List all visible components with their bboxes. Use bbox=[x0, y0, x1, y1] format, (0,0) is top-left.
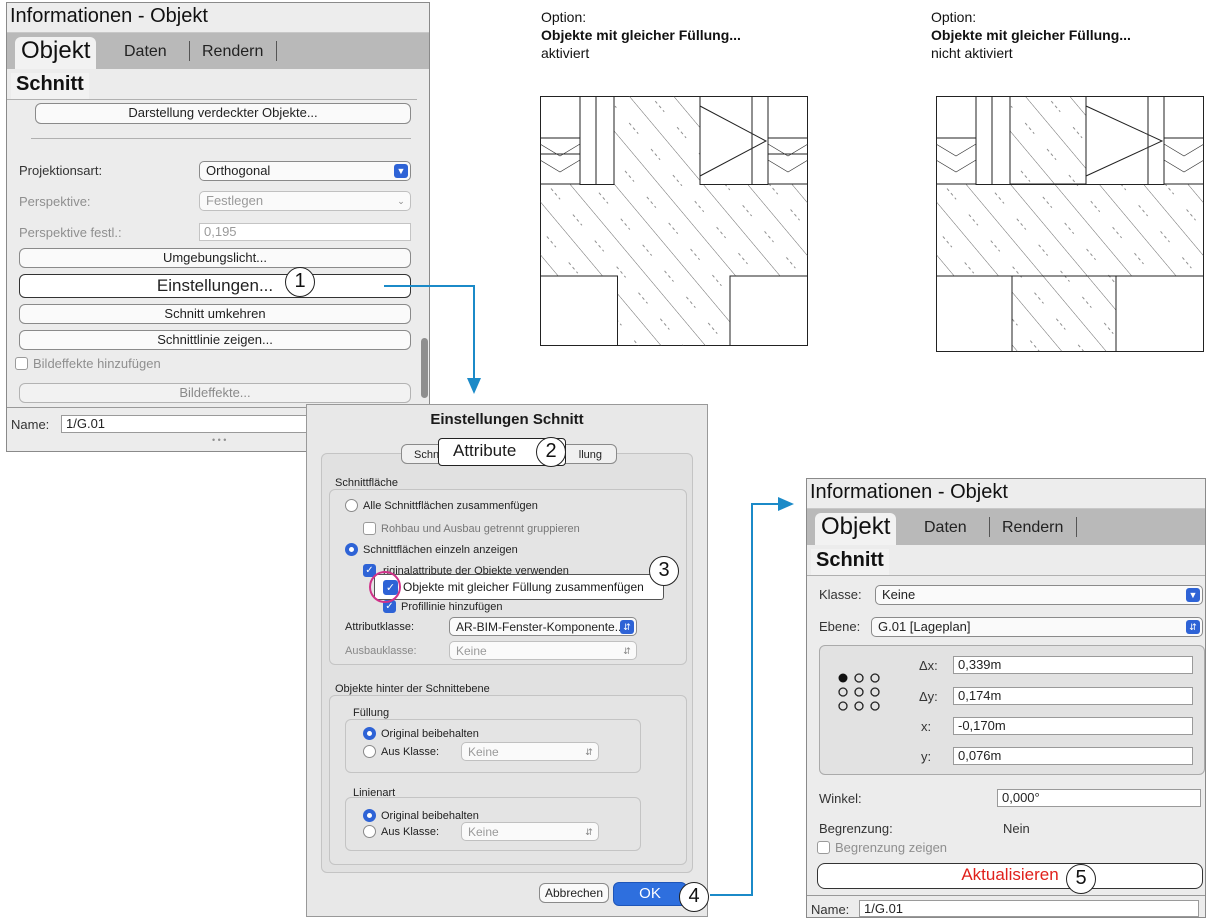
connector-arrows bbox=[384, 285, 794, 896]
